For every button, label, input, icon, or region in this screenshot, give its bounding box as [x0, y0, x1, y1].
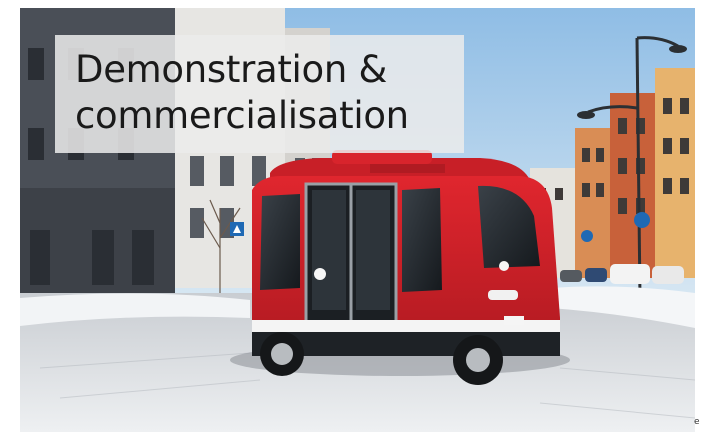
slide-title-line-1: Demonstration & — [75, 48, 388, 91]
road-sign — [634, 212, 650, 228]
slide-title-line-2: commercialisation — [75, 94, 409, 137]
corner-text-fragment: e — [694, 417, 700, 427]
shuttle-bus — [252, 150, 560, 385]
slide-title-box: Demonstration & commercialisation — [55, 35, 464, 153]
